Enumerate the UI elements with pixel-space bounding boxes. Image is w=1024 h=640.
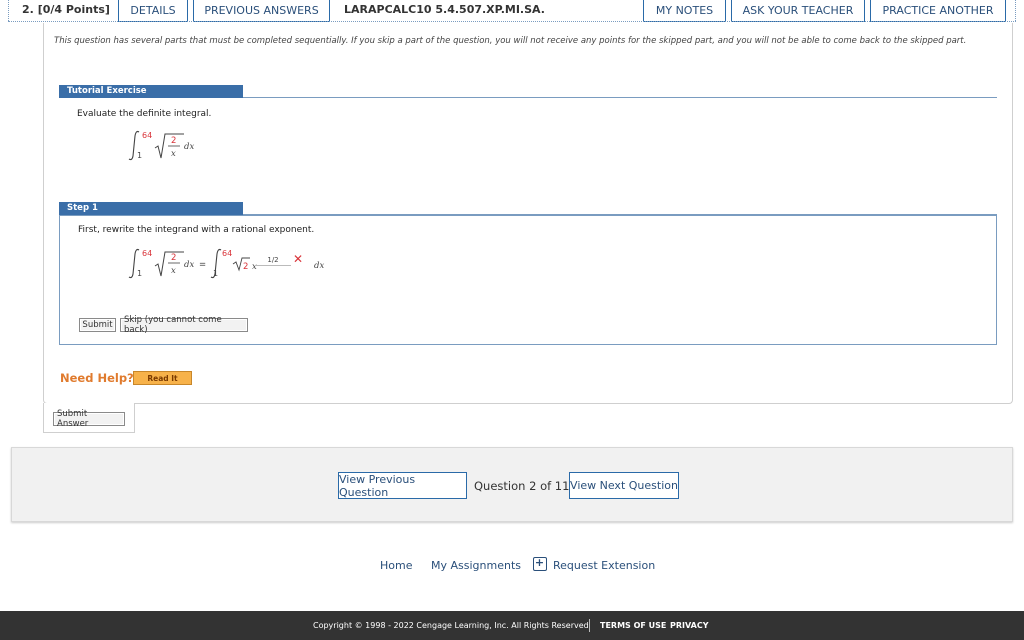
points-label: [0/4 Points] — [37, 3, 110, 16]
tutorial-divider — [243, 97, 997, 98]
rhs-upper-limit: 64 — [222, 249, 232, 258]
step-submit-button[interactable]: Submit — [79, 318, 116, 332]
sequential-instructions: This question has several parts that mus… — [54, 36, 967, 46]
differential: dx — [184, 142, 194, 152]
privacy-link[interactable]: PRIVACY — [670, 621, 709, 630]
tutorial-prompt: Evaluate the definite integral. — [77, 109, 212, 119]
question-header: 2. [0/4 Points] DETAILS PREVIOUS ANSWERS… — [0, 0, 1024, 22]
fraction-numerator: 2 — [171, 136, 176, 146]
header-divider-right — [1015, 0, 1016, 21]
upper-limit: 64 — [142, 131, 152, 140]
rhs-coefficient: 2 — [243, 262, 248, 272]
need-help-label: Need Help? — [60, 371, 134, 385]
ask-your-teacher-button[interactable]: ASK YOUR TEACHER — [731, 0, 865, 22]
lhs-lower-limit: 1 — [137, 269, 142, 278]
incorrect-mark-icon: ✕ — [293, 252, 304, 266]
lhs-numerator: 2 — [171, 253, 176, 263]
step-1-header: Step 1 — [59, 202, 243, 215]
question-number-label: 2. [0/4 Points] — [22, 3, 110, 16]
footer-separator — [589, 619, 590, 632]
view-next-question-button[interactable]: View Next Question — [569, 472, 679, 499]
my-assignments-link[interactable]: My Assignments — [431, 559, 521, 572]
practice-another-button[interactable]: PRACTICE ANOTHER — [870, 0, 1006, 22]
equals-sign: = — [199, 260, 206, 270]
lhs-radical-sign — [154, 251, 184, 277]
tab-details[interactable]: DETAILS — [118, 0, 188, 22]
question-position: Question 2 of 11 — [474, 479, 570, 493]
header-divider-bottom — [8, 21, 1016, 22]
home-link[interactable]: Home — [380, 559, 412, 572]
view-previous-question-button[interactable]: View Previous Question — [338, 472, 467, 499]
read-it-button[interactable]: Read It — [133, 371, 192, 385]
submit-answer-button[interactable]: Submit Answer — [53, 409, 125, 429]
question-code: LARAPCALC10 5.4.507.XP.MI.SA. — [344, 3, 545, 16]
lower-limit: 1 — [137, 151, 142, 160]
header-divider-left — [8, 0, 9, 21]
copyright-text: Copyright © 1998 - 2022 Cengage Learning… — [313, 621, 589, 630]
tab-previous-answers[interactable]: PREVIOUS ANSWERS — [193, 0, 330, 22]
tutorial-integral: 64 1 2 x dx — [128, 130, 194, 161]
step-1-prompt: First, rewrite the integrand with a rati… — [78, 225, 315, 235]
terms-of-use-link[interactable]: TERMS OF USE — [600, 621, 666, 630]
fraction-denominator: x — [171, 149, 176, 159]
tutorial-exercise-header: Tutorial Exercise — [59, 85, 243, 98]
rhs-differential: dx — [314, 261, 325, 271]
my-notes-button[interactable]: MY NOTES — [643, 0, 726, 22]
lhs-denominator: x — [171, 266, 176, 276]
request-extension-link[interactable]: Request Extension — [553, 559, 655, 572]
step-1-equation: 64 1 2 x dx = 64 1 2 x — [128, 248, 257, 279]
lhs-differential: dx — [184, 260, 194, 270]
skip-button[interactable]: Skip (you cannot come back) — [120, 315, 248, 335]
calendar-plus-icon: + — [533, 556, 547, 571]
lhs-upper-limit: 64 — [142, 249, 152, 258]
rhs-lower-limit: 1 — [213, 269, 218, 278]
question-number: 2. — [22, 3, 34, 16]
exponent-answer-field[interactable]: 1/2 — [255, 255, 291, 266]
